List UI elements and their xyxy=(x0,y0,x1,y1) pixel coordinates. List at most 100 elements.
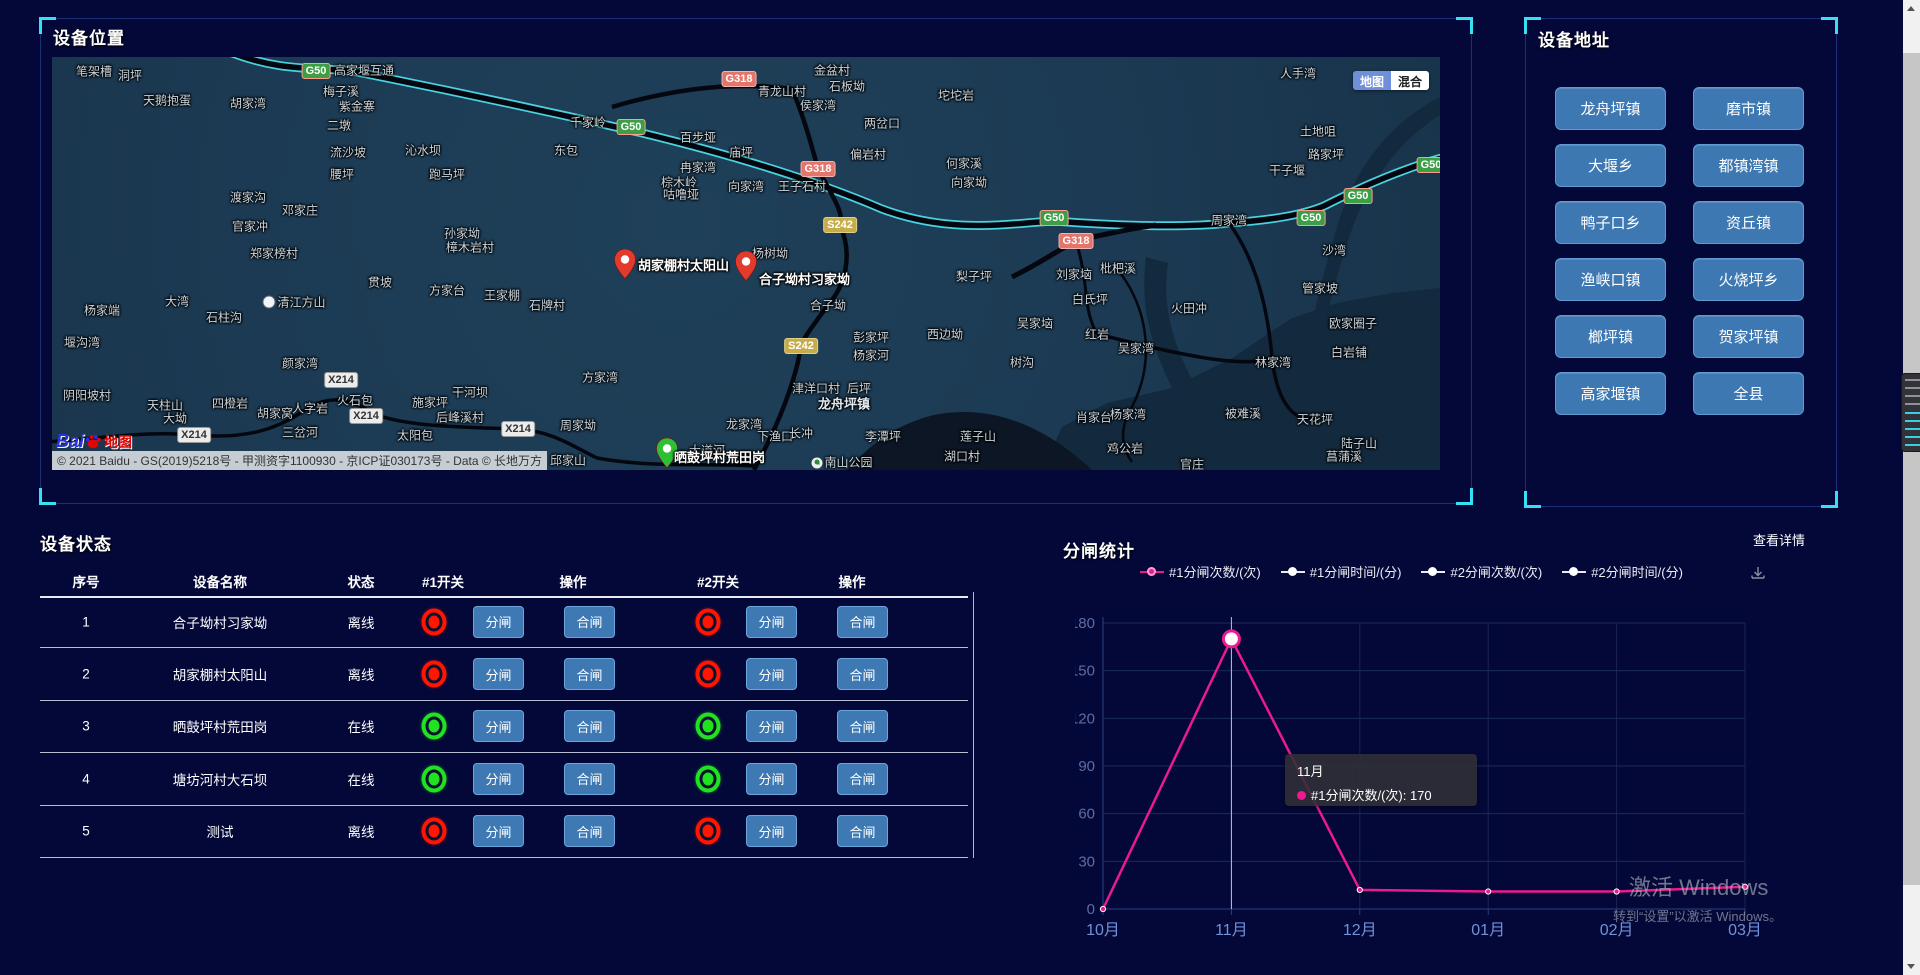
svg-text:60: 60 xyxy=(1078,806,1095,823)
close-switch2-button[interactable]: 合闸 xyxy=(837,763,888,795)
column-header: 操作 xyxy=(560,571,587,591)
open-switch1-button[interactable]: 分闸 xyxy=(473,658,524,690)
corner-bracket xyxy=(1821,491,1838,508)
map-place-label: 路家坪 xyxy=(1308,146,1344,163)
scroll-indicator-widget[interactable] xyxy=(1901,373,1920,452)
map-place-label: 白岩铺 xyxy=(1331,344,1367,361)
map-place-label: 石牌村 xyxy=(529,297,565,314)
map-place-label: 偏岩村 xyxy=(850,146,886,163)
address-button[interactable]: 渔峡口镇 xyxy=(1555,258,1666,301)
download-icon[interactable] xyxy=(1750,566,1766,582)
open-switch2-button[interactable]: 分闸 xyxy=(746,658,797,690)
open-switch1-button[interactable]: 分闸 xyxy=(473,710,524,742)
map-place-label: 胡家窝 xyxy=(257,405,293,422)
road-shield-x214: X214 xyxy=(177,427,211,443)
close-switch2-button[interactable]: 合闸 xyxy=(837,710,888,742)
open-switch2-button[interactable]: 分闸 xyxy=(746,763,797,795)
close-switch1-button[interactable]: 合闸 xyxy=(564,763,615,795)
close-switch2-button[interactable]: 合闸 xyxy=(837,658,888,690)
address-button[interactable]: 资丘镇 xyxy=(1693,201,1804,244)
map-place-label: 王子石村 xyxy=(778,178,826,195)
row-index: 3 xyxy=(82,719,90,734)
road-shield-g50: G50 xyxy=(1417,157,1440,173)
address-button[interactable]: 龙舟坪镇 xyxy=(1555,87,1666,130)
series-dot-icon xyxy=(1297,791,1306,800)
map-layer-option-hybrid[interactable]: 混合 xyxy=(1391,71,1429,90)
device-status: 离线 xyxy=(348,821,375,841)
map-place-label: 沙湾 xyxy=(1322,242,1346,259)
close-switch1-button[interactable]: 合闸 xyxy=(564,606,615,638)
legend-item[interactable]: #1分闸时间/(分) xyxy=(1281,562,1402,581)
scrollbar-thumb[interactable] xyxy=(1903,53,1920,885)
road-shield-g318: G318 xyxy=(801,161,836,177)
legend-label: #1分闸时间/(分) xyxy=(1310,562,1402,581)
vertical-scrollbar[interactable] xyxy=(1903,0,1920,975)
row-index: 2 xyxy=(82,667,90,682)
map-place-label: 杨家河 xyxy=(853,347,889,364)
map-place-label: 火田冲 xyxy=(1171,300,1207,317)
close-switch1-button[interactable]: 合闸 xyxy=(564,710,615,742)
road-shield-s242: S242 xyxy=(823,217,857,233)
legend-item[interactable]: #2分闸次数/(次) xyxy=(1421,562,1542,581)
map-place-label: 太阳包 xyxy=(397,427,433,444)
map-place-label: 火石包 xyxy=(337,392,373,409)
legend-item[interactable]: #1分闸次数/(次) xyxy=(1140,562,1261,581)
map-place-label: 林家湾 xyxy=(1255,354,1291,371)
road-shield-g318: G318 xyxy=(1059,233,1094,249)
address-button[interactable]: 火烧坪乡 xyxy=(1693,258,1804,301)
address-button[interactable]: 全县 xyxy=(1693,372,1804,415)
map-place-label: 周家湾 xyxy=(1211,212,1247,229)
open-switch2-button[interactable]: 分闸 xyxy=(746,606,797,638)
legend-label: #2分闸次数/(次) xyxy=(1450,562,1542,581)
map-place-label: 长冲 xyxy=(789,425,813,442)
open-switch1-button[interactable]: 分闸 xyxy=(473,606,524,638)
close-switch1-button[interactable]: 合闸 xyxy=(564,815,615,847)
address-button[interactable]: 榔坪镇 xyxy=(1555,315,1666,358)
map-pin-icon[interactable] xyxy=(614,249,636,279)
baidu-paw-icon xyxy=(84,433,102,451)
address-button[interactable]: 磨市镇 xyxy=(1693,87,1804,130)
map-pin-icon[interactable] xyxy=(735,251,757,281)
corner-bracket xyxy=(1821,17,1838,34)
open-switch1-button[interactable]: 分闸 xyxy=(473,763,524,795)
device-name: 胡家棚村太阳山 xyxy=(173,664,268,684)
address-button-grid: 龙舟坪镇磨市镇大堰乡都镇湾镇鸭子口乡资丘镇渔峡口镇火烧坪乡榔坪镇贺家坪镇高家堰镇… xyxy=(1555,87,1835,415)
switch2-indicator xyxy=(696,765,721,792)
view-details-link[interactable]: 查看详情 xyxy=(1753,530,1805,549)
map-place-label: 被难溪 xyxy=(1225,405,1261,422)
corner-bracket xyxy=(1456,17,1473,34)
close-switch2-button[interactable]: 合闸 xyxy=(837,606,888,638)
map-place-label: 邓家庄 xyxy=(282,202,318,219)
map-layer-option-map[interactable]: 地图 xyxy=(1353,71,1391,90)
open-switch2-button[interactable]: 分闸 xyxy=(746,815,797,847)
map-layer-toggle[interactable]: 地图 混合 xyxy=(1353,71,1429,90)
map-place-label: 腰坪 xyxy=(330,166,354,183)
legend-item[interactable]: #2分闸时间/(分) xyxy=(1562,562,1683,581)
address-button[interactable]: 大堰乡 xyxy=(1555,144,1666,187)
chart-panel-title: 分闸统计 xyxy=(1063,537,1135,562)
open-switch1-button[interactable]: 分闸 xyxy=(473,815,524,847)
map-place-label: 肖家台 xyxy=(1076,409,1112,426)
map-place-label: 周家坳 xyxy=(560,417,596,434)
map-place-label: 胡家湾 xyxy=(230,95,266,112)
open-switch2-button[interactable]: 分闸 xyxy=(746,710,797,742)
device-status: 离线 xyxy=(348,612,375,632)
address-button[interactable]: 贺家坪镇 xyxy=(1693,315,1804,358)
status-panel-title: 设备状态 xyxy=(40,530,112,555)
baidu-map[interactable]: 笔架槽洞坪天鹅抱蛋胡家湾高家堰互通梅子溪紫金寨二墩流沙坡沁水坝腰坪跑马坪渡家沟邓… xyxy=(52,57,1440,470)
scrollbar-up-arrow-icon[interactable] xyxy=(1907,6,1915,11)
switch2-indicator xyxy=(696,608,721,635)
map-place-label: 向家坳 xyxy=(951,174,987,191)
address-button[interactable]: 鸭子口乡 xyxy=(1555,201,1666,244)
scrollbar-down-arrow-icon[interactable] xyxy=(1907,964,1915,969)
address-button[interactable]: 高家堰镇 xyxy=(1555,372,1666,415)
map-place-label: 人字岩 xyxy=(292,400,328,417)
map-pin-label: 合子坳村习家坳 xyxy=(759,269,850,288)
map-place-label: 沁水坝 xyxy=(405,142,441,159)
map-place-label: 坨坨岩 xyxy=(938,87,974,104)
corner-bracket xyxy=(1456,488,1473,505)
address-button[interactable]: 都镇湾镇 xyxy=(1693,144,1804,187)
close-switch1-button[interactable]: 合闸 xyxy=(564,658,615,690)
close-switch2-button[interactable]: 合闸 xyxy=(837,815,888,847)
baidu-logo: Bai 地图 xyxy=(56,431,132,452)
